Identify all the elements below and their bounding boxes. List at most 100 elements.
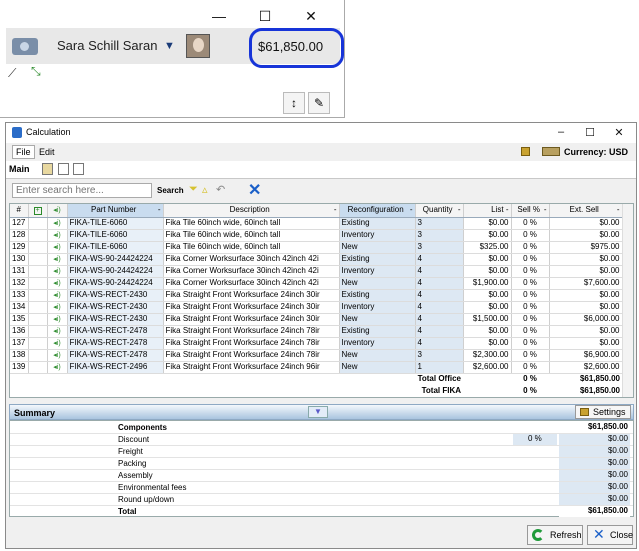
sell-pct-cell[interactable]: 0 % [511, 325, 550, 338]
avatar[interactable] [186, 34, 210, 58]
list-price-cell[interactable]: $325.00 [463, 241, 512, 254]
list-price-cell[interactable]: $0.00 [463, 337, 512, 350]
summary-value[interactable]: $0.00 [559, 494, 630, 505]
row-expand[interactable] [28, 241, 48, 254]
row-info-icon[interactable]: ◂i) [53, 256, 60, 263]
summary-value[interactable]: $0.00 [559, 470, 630, 481]
quantity-cell[interactable]: 4 [415, 253, 464, 266]
row-number[interactable]: 136 [10, 325, 29, 338]
row-expand[interactable] [28, 253, 48, 266]
row-number[interactable]: 128 [10, 229, 29, 242]
row-expand[interactable] [28, 349, 48, 362]
quantity-cell[interactable]: 3 [415, 217, 464, 230]
part-number-cell[interactable]: FIKA-WS-RECT-2478 [67, 325, 164, 338]
part-number-cell[interactable]: FIKA-WS-90-24424224 [67, 265, 164, 278]
row-expand[interactable] [28, 301, 48, 314]
row-type-icon[interactable]: ◂i) [47, 289, 68, 302]
settings-button[interactable]: Settings [575, 405, 631, 419]
description-cell[interactable]: Fika Corner Worksurface 30inch 42inch 42… [163, 265, 340, 278]
part-number-cell[interactable]: FIKA-TILE-6060 [67, 241, 164, 254]
description-cell[interactable]: Fika Tile 60inch wide, 60inch tall [163, 229, 340, 242]
row-type-icon[interactable]: ◂i) [47, 277, 68, 290]
quantity-cell[interactable]: 1 [415, 361, 464, 374]
tab-main[interactable]: Main [9, 164, 30, 174]
table-row[interactable]: 135 ◂i) FIKA-WS-RECT-2430 Fika Straight Fro… [10, 313, 623, 326]
row-number[interactable]: 129 [10, 241, 29, 254]
table-row[interactable]: 132 ◂i) FIKA-WS-90-24424224 Fika Corner Wor… [10, 277, 623, 290]
row-info-icon[interactable]: ◂i) [53, 244, 60, 251]
row-number[interactable]: 138 [10, 349, 29, 362]
ext-sell-cell[interactable]: $0.00 [549, 325, 623, 338]
quantity-cell[interactable]: 4 [415, 289, 464, 302]
camera-icon[interactable] [12, 38, 38, 55]
search-input[interactable] [12, 183, 152, 198]
filter-icon[interactable]: ⏷ [189, 183, 198, 196]
price-book-icon[interactable] [541, 147, 560, 156]
list-price-cell[interactable]: $0.00 [463, 253, 512, 266]
row-expand[interactable] [28, 361, 48, 374]
col-sell-pct[interactable]: Sell % - [511, 204, 550, 218]
sell-pct-cell[interactable]: 0 % [511, 241, 550, 254]
col-list[interactable]: List - [463, 204, 512, 218]
sell-pct-cell[interactable]: 0 % [511, 313, 550, 326]
list-price-cell[interactable]: $1,900.00 [463, 277, 512, 290]
menu-file[interactable]: File [12, 145, 35, 159]
row-expand[interactable] [28, 217, 48, 230]
currency-tab-icon[interactable] [42, 163, 53, 175]
list-price-cell[interactable]: $2,600.00 [463, 361, 512, 374]
search-button[interactable]: Search [157, 186, 184, 195]
row-expand[interactable] [28, 337, 48, 350]
document-icon[interactable] [58, 163, 69, 175]
description-cell[interactable]: Fika Corner Worksurface 30inch 42inch 42… [163, 253, 340, 266]
table-row[interactable]: 127 ◂i) FIKA-TILE-6060 Fika Tile 60inch wid… [10, 217, 623, 230]
user-menu-caret-icon[interactable]: ▼ [164, 40, 175, 52]
sell-pct-cell[interactable]: 0 % [511, 289, 550, 302]
part-number-cell[interactable]: FIKA-WS-90-24424224 [67, 277, 164, 290]
row-number[interactable]: 132 [10, 277, 29, 290]
description-cell[interactable]: Fika Tile 60inch wide, 60inch tall [163, 217, 340, 230]
table-row[interactable]: 139 ◂i) FIKA-WS-RECT-2496 Fika Straight Fro… [10, 361, 623, 374]
row-expand[interactable] [28, 289, 48, 302]
row-number[interactable]: 133 [10, 289, 29, 302]
summary-value[interactable]: $0.00 [559, 458, 630, 469]
quantity-cell[interactable]: 4 [415, 301, 464, 314]
quantity-cell[interactable]: 3 [415, 229, 464, 242]
row-info-icon[interactable]: ◂i) [53, 328, 60, 335]
ext-sell-cell[interactable]: $7,600.00 [549, 277, 623, 290]
quantity-cell[interactable]: 4 [415, 325, 464, 338]
row-info-icon[interactable]: ◂i) [53, 292, 60, 299]
reconfiguration-cell[interactable]: Existing [339, 253, 416, 266]
reconfiguration-cell[interactable]: Inventory [339, 301, 416, 314]
ext-sell-cell[interactable]: $0.00 [549, 289, 623, 302]
filter-clear-icon[interactable]: ▵ [202, 183, 208, 196]
ext-sell-cell[interactable]: $0.00 [549, 253, 623, 266]
table-row[interactable]: 137 ◂i) FIKA-WS-RECT-2478 Fika Straight Fro… [10, 337, 623, 350]
col-ext-sell[interactable]: Ext. Sell - [549, 204, 623, 218]
description-cell[interactable]: Fika Straight Front Worksurface 24inch 3… [163, 313, 340, 326]
close-window-button[interactable]: ✕ Close [587, 525, 633, 545]
sell-pct-cell[interactable]: 0 % [511, 229, 550, 242]
reconfiguration-cell[interactable]: New [339, 277, 416, 290]
row-info-icon[interactable]: ◂i) [53, 268, 60, 275]
discount-pct-input[interactable]: 0 % [513, 434, 557, 445]
quantity-cell[interactable]: 3 [415, 349, 464, 362]
sell-pct-cell[interactable]: 0 % [511, 277, 550, 290]
list-price-cell[interactable]: $2,300.00 [463, 349, 512, 362]
minimize-button[interactable]: — [208, 7, 230, 25]
col-part-number[interactable]: Part Number - [67, 204, 164, 218]
ext-sell-cell[interactable]: $6,900.00 [549, 349, 623, 362]
col-expand[interactable]: + [28, 204, 48, 218]
sell-pct-cell[interactable]: 0 % [511, 337, 550, 350]
table-row[interactable]: 129 ◂i) FIKA-TILE-6060 Fika Tile 60inch wid… [10, 241, 623, 254]
ext-sell-cell[interactable]: $0.00 [549, 301, 623, 314]
table-row[interactable]: 128 ◂i) FIKA-TILE-6060 Fika Tile 60inch wid… [10, 229, 623, 242]
row-number[interactable]: 137 [10, 337, 29, 350]
vertical-resize-button[interactable]: ↕ [283, 92, 305, 114]
reconfiguration-cell[interactable]: Inventory [339, 229, 416, 242]
sell-pct-cell[interactable]: 0 % [511, 253, 550, 266]
table-row[interactable]: 138 ◂i) FIKA-WS-RECT-2478 Fika Straight Fro… [10, 349, 623, 362]
table-row[interactable]: 133 ◂i) FIKA-WS-RECT-2430 Fika Straight Fro… [10, 289, 623, 302]
calc-maximize-button[interactable]: ☐ [580, 126, 600, 139]
quantity-cell[interactable]: 3 [415, 241, 464, 254]
row-expand[interactable] [28, 325, 48, 338]
